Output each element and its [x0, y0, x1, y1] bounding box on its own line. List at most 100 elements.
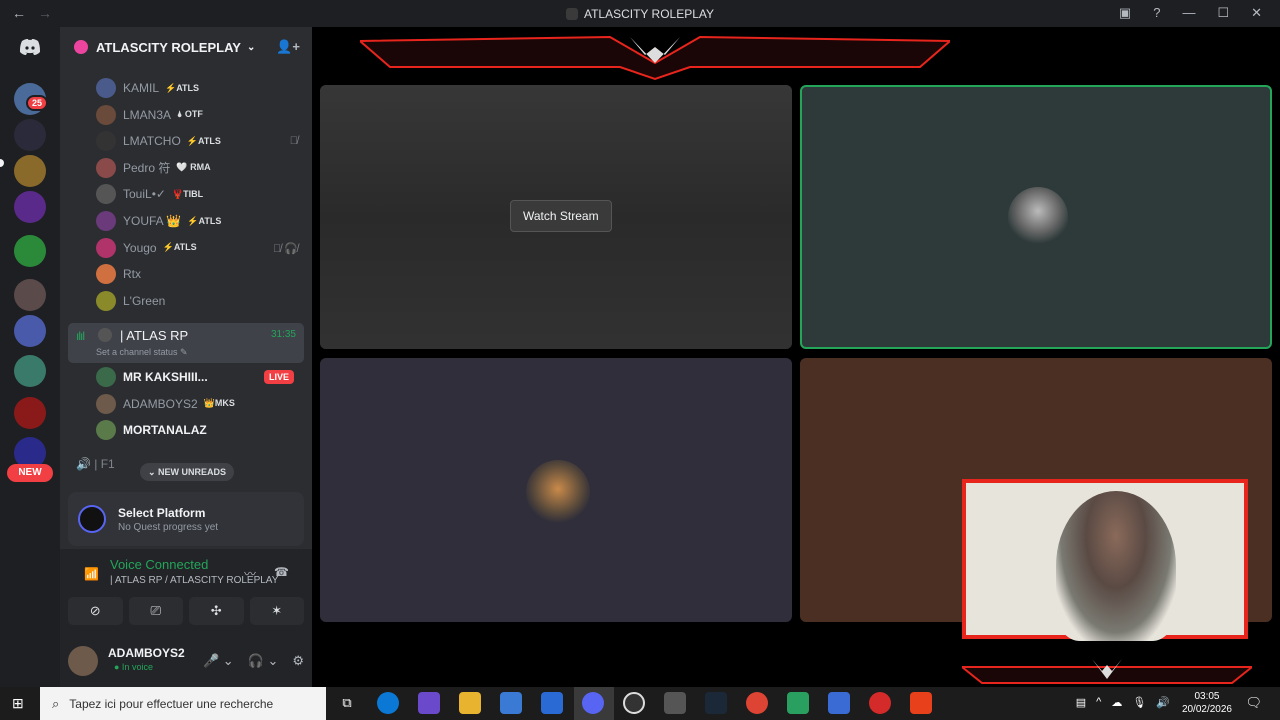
voice-user-name: MORTANALAZ [123, 423, 207, 438]
chevron-up-icon[interactable]: ^ [1096, 696, 1101, 709]
voice-user[interactable]: TouiL•✓ 🦞TIBL [96, 183, 203, 205]
avatar [96, 104, 116, 125]
voice-user[interactable]: Rtx [96, 263, 141, 285]
task-view-icon[interactable]: ⧉ [336, 692, 358, 714]
server-icon[interactable] [14, 315, 46, 347]
server-icon[interactable] [14, 397, 46, 429]
voice-user[interactable]: MORTANALAZ [96, 419, 207, 441]
voice-user[interactable]: LMATCHO ⚡ATLS [96, 130, 221, 152]
disconnect-icon[interactable]: ☎ [274, 565, 289, 579]
signal-icon: 📶 [84, 567, 99, 581]
participant-tile[interactable] [320, 358, 792, 622]
voice-user[interactable]: MR KAKSHIII... [96, 366, 208, 388]
avatar [96, 264, 116, 285]
server-icon[interactable] [14, 191, 46, 223]
app-icon[interactable] [664, 692, 686, 714]
mic-icon[interactable]: 🎤 ⌄ [203, 653, 234, 669]
participant-tile-speaking[interactable] [800, 85, 1272, 349]
discord-icon[interactable] [18, 35, 42, 59]
server-icon[interactable] [14, 155, 46, 187]
quest-panel[interactable]: Select Platform No Quest progress yet [68, 492, 304, 546]
app-icon[interactable] [787, 692, 809, 714]
soundboard-button[interactable]: ✶ [249, 597, 304, 625]
server-icon[interactable] [14, 279, 46, 311]
server-icon[interactable] [14, 235, 46, 267]
voice-user-name: Rtx [123, 267, 141, 282]
new-unreads-button[interactable]: ⌄ NEW UNREADS [140, 463, 235, 481]
clan-tag: 🌢 OTF [177, 109, 203, 120]
settings-icon[interactable]: ⚙ [292, 653, 304, 669]
steam-icon[interactable] [705, 692, 727, 714]
avatar [526, 460, 590, 524]
system-tray: ▤ ^ ☁ 🎙 🔊 [1076, 696, 1170, 709]
clan-tag: 👑MKS [203, 398, 235, 409]
minimize-button[interactable]: — [1182, 5, 1195, 21]
obs-icon[interactable] [623, 692, 645, 714]
voice-channel-f1[interactable]: 🔊 | F1 [76, 457, 115, 471]
voice-user[interactable]: YOUFA 👑 ⚡ATLS [96, 210, 221, 232]
windows-start-icon[interactable]: ⊞ [12, 695, 24, 712]
new-badge[interactable]: NEW [7, 464, 53, 482]
chrome-icon[interactable] [746, 692, 768, 714]
activity-button[interactable]: ✣ [189, 597, 244, 625]
taskbar-clock[interactable]: 03:05 20/02/2026 [1182, 690, 1232, 716]
screen-share-button[interactable]: ⎚ [128, 597, 183, 625]
watch-stream-button[interactable]: Watch Stream [510, 200, 612, 232]
voice-user[interactable]: KAMIL ⚡ATLS [96, 77, 199, 99]
avatar [96, 211, 116, 231]
volume-icon[interactable]: 🔊 [1156, 696, 1170, 709]
muted-icon: 🎙̸ [289, 135, 298, 147]
discord-app-icon[interactable] [582, 692, 604, 714]
help-icon[interactable]: ? [1153, 5, 1160, 21]
voice-connection-panel: 📶 Voice Connected | ATLAS RP / ATLASCITY… [60, 549, 312, 637]
windows-taskbar: ⊞ ⌕ Tapez ici pour effectuer une recherc… [0, 687, 1280, 720]
channel-icon [98, 328, 112, 342]
inbox-icon[interactable]: ▣ [1119, 5, 1131, 21]
copilot-icon[interactable] [418, 692, 440, 714]
avatar [96, 131, 116, 152]
opera-icon[interactable] [869, 692, 891, 714]
voice-user-name: LMAN3A [123, 107, 172, 122]
edge-icon[interactable] [377, 692, 399, 714]
stream-tile[interactable]: Watch Stream [320, 85, 792, 349]
notifications-icon[interactable]: 🗨 [1245, 695, 1262, 711]
voice-user[interactable]: ADAMBOYS2 👑MKS [96, 393, 235, 415]
avatar[interactable] [68, 646, 98, 676]
maximize-button[interactable]: ☐ [1217, 5, 1229, 21]
avatar [96, 393, 116, 414]
voice-channel-atlas-rp[interactable]: ılıl | ATLAS RP 31:35 Set a channel stat… [68, 323, 304, 363]
network-icon[interactable]: ☁ [1111, 696, 1122, 709]
invite-icon[interactable]: 👤+ [276, 39, 300, 55]
server-rail: 25 NEW [0, 27, 60, 687]
noise-suppression-icon[interactable]: 〰 [244, 565, 256, 582]
quest-subtitle: No Quest progress yet [118, 522, 219, 533]
clan-tag: ⚡ATLS [186, 135, 221, 146]
channel-sidebar: ATLASCITY ROLEPLAY ⌄ 👤+ KAMIL ⚡ATLS LMAN3A… [60, 27, 312, 687]
server-icon[interactable] [14, 119, 46, 151]
camera-button[interactable]: ⊘ [68, 597, 123, 625]
channel-status[interactable]: Set a channel status ✎ [96, 347, 188, 358]
voice-user[interactable]: Yougo ⚡ATLS [96, 237, 197, 259]
headset-icon[interactable]: 🎧 ⌄ [248, 653, 279, 669]
brave-icon[interactable] [910, 692, 932, 714]
mail-icon[interactable] [541, 692, 563, 714]
voice-user[interactable]: L'Green [96, 290, 165, 312]
mic-tray-icon[interactable]: 🎙 [1132, 696, 1146, 709]
clan-tag: ⚡ATLS [187, 215, 222, 226]
voice-user-name: LMATCHO [123, 134, 181, 149]
voice-user[interactable]: Pedro 符 🤍 RMA [96, 157, 211, 179]
server-header[interactable]: ATLASCITY ROLEPLAY ⌄ 👤+ [60, 27, 312, 67]
webcam-feed [1056, 491, 1176, 641]
store-icon[interactable] [500, 692, 522, 714]
close-button[interactable]: ✕ [1251, 5, 1262, 21]
app-icon[interactable] [828, 692, 850, 714]
username[interactable]: ADAMBOYS2 [108, 646, 185, 660]
voice-user[interactable]: LMAN3A 🌢 OTF [96, 104, 203, 126]
avatar [96, 420, 116, 441]
voice-status[interactable]: Voice Connected [110, 557, 208, 572]
server-icon[interactable] [14, 355, 46, 387]
clan-tag: 🤍 RMA [176, 162, 211, 173]
taskbar-search[interactable]: ⌕ Tapez ici pour effectuer une recherche [40, 687, 326, 720]
news-icon[interactable]: ▤ [1076, 696, 1086, 709]
file-explorer-icon[interactable] [459, 692, 481, 714]
